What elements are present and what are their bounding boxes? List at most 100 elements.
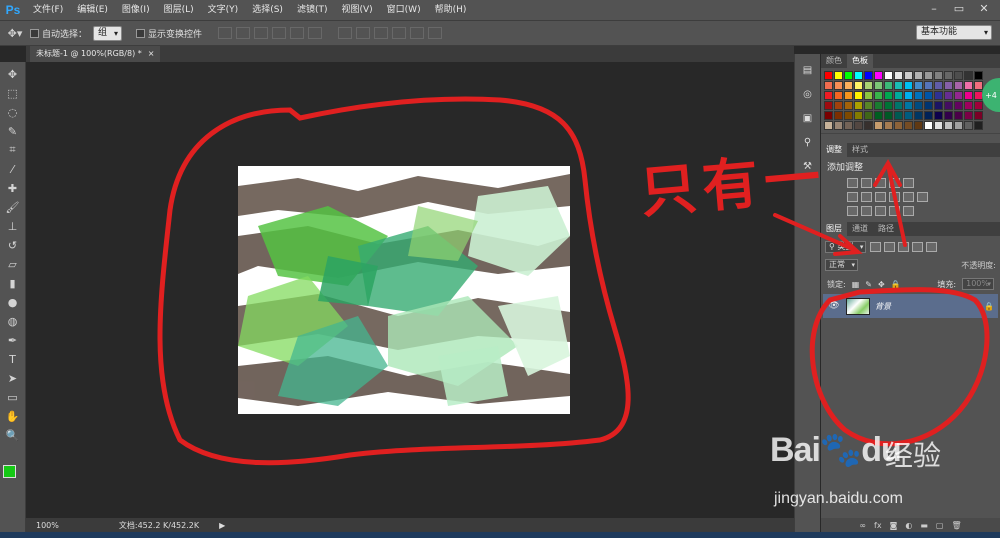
vibrance-icon[interactable] bbox=[903, 178, 914, 188]
eraser-tool-icon[interactable]: ▱ bbox=[4, 256, 22, 272]
color-swatch[interactable] bbox=[934, 101, 943, 110]
healing-brush-tool-icon[interactable]: ✚ bbox=[4, 180, 22, 196]
color-swatch[interactable] bbox=[914, 81, 923, 90]
color-swatch[interactable] bbox=[954, 111, 963, 120]
properties-panel-icon[interactable]: ◎ bbox=[799, 86, 817, 102]
color-swatch[interactable] bbox=[834, 81, 843, 90]
color-swatch[interactable] bbox=[864, 121, 873, 130]
color-swatch[interactable] bbox=[894, 91, 903, 100]
color-swatch[interactable] bbox=[914, 121, 923, 130]
layer-filter-type[interactable]: ⚲ 类型 bbox=[825, 241, 867, 253]
color-swatch[interactable] bbox=[884, 81, 893, 90]
color-swatch[interactable] bbox=[844, 81, 853, 90]
color-swatch[interactable] bbox=[864, 91, 873, 100]
align-hcenter-icon[interactable] bbox=[290, 27, 305, 39]
color-swatch[interactable] bbox=[874, 121, 883, 130]
color-swatch[interactable] bbox=[974, 121, 983, 130]
foreground-color-swatch[interactable] bbox=[3, 465, 16, 478]
lasso-tool-icon[interactable]: ◌ bbox=[4, 104, 22, 120]
color-swatch[interactable] bbox=[894, 81, 903, 90]
color-swatch[interactable] bbox=[834, 111, 843, 120]
color-swatch[interactable] bbox=[864, 111, 873, 120]
maximize-icon[interactable]: ▭ bbox=[947, 0, 971, 16]
color-swatch[interactable] bbox=[874, 111, 883, 120]
menu-file[interactable]: 文件(F) bbox=[26, 0, 70, 20]
align-left-icon[interactable] bbox=[272, 27, 287, 39]
distribute-hcenter-icon[interactable] bbox=[410, 27, 425, 39]
color-swatch[interactable] bbox=[924, 71, 933, 80]
color-swatch[interactable] bbox=[874, 71, 883, 80]
menu-window[interactable]: 窗口(W) bbox=[380, 0, 428, 20]
color-swatch[interactable] bbox=[944, 111, 953, 120]
align-vcenter-icon[interactable] bbox=[236, 27, 251, 39]
minimize-icon[interactable]: – bbox=[922, 0, 946, 16]
color-swatch[interactable] bbox=[884, 91, 893, 100]
menu-edit[interactable]: 编辑(E) bbox=[70, 0, 115, 20]
color-swatch[interactable] bbox=[914, 111, 923, 120]
color-swatch[interactable] bbox=[844, 121, 853, 130]
new-layer-icon[interactable]: ▢ bbox=[936, 521, 944, 530]
tab-styles[interactable]: 样式 bbox=[847, 143, 873, 157]
brightness-icon[interactable] bbox=[847, 178, 858, 188]
layer-name[interactable]: 背景 bbox=[875, 301, 979, 312]
distribute-bottom-icon[interactable] bbox=[374, 27, 389, 39]
color-swatch[interactable] bbox=[884, 111, 893, 120]
new-adjustment-icon[interactable]: ◐ bbox=[905, 521, 912, 530]
filter-smart-icon[interactable] bbox=[926, 242, 938, 252]
tab-channels[interactable]: 通道 bbox=[847, 222, 873, 236]
checkbox-box[interactable] bbox=[136, 28, 146, 38]
pen-tool-icon[interactable]: ✒ bbox=[4, 332, 22, 348]
menu-select[interactable]: 选择(S) bbox=[245, 0, 290, 20]
move-tool-preset-icon[interactable]: ✥▾ bbox=[6, 25, 24, 41]
color-swatch[interactable] bbox=[944, 101, 953, 110]
close-tab-icon[interactable]: × bbox=[148, 46, 155, 62]
color-swatch[interactable] bbox=[874, 101, 883, 110]
crop-tool-icon[interactable]: ⌗ bbox=[4, 142, 22, 158]
workspace-dropdown[interactable]: 基本功能 bbox=[916, 25, 992, 40]
color-swatch[interactable] bbox=[834, 101, 843, 110]
invert-icon[interactable] bbox=[847, 206, 858, 216]
color-swatch[interactable] bbox=[904, 91, 913, 100]
path-select-tool-icon[interactable]: ➤ bbox=[4, 370, 22, 386]
layer-style-icon[interactable]: fx bbox=[874, 521, 882, 530]
color-swatch[interactable] bbox=[944, 91, 953, 100]
dodge-tool-icon[interactable]: ◍ bbox=[4, 313, 22, 329]
color-swatch[interactable] bbox=[934, 121, 943, 130]
color-swatch[interactable] bbox=[864, 71, 873, 80]
distribute-top-icon[interactable] bbox=[338, 27, 353, 39]
fill-value[interactable]: 100% bbox=[962, 278, 994, 290]
hue-saturation-icon[interactable] bbox=[847, 192, 858, 202]
blur-tool-icon[interactable]: ● bbox=[4, 294, 22, 310]
color-swatch[interactable] bbox=[864, 81, 873, 90]
menu-help[interactable]: 帮助(H) bbox=[428, 0, 474, 20]
color-swatch[interactable] bbox=[904, 101, 913, 110]
color-swatch[interactable] bbox=[854, 91, 863, 100]
color-swatch[interactable] bbox=[874, 81, 883, 90]
distribute-vcenter-icon[interactable] bbox=[356, 27, 371, 39]
distribute-left-icon[interactable] bbox=[392, 27, 407, 39]
color-swatch[interactable] bbox=[854, 111, 863, 120]
color-swatch[interactable] bbox=[954, 81, 963, 90]
color-swatch[interactable] bbox=[914, 71, 923, 80]
link-layers-icon[interactable]: ∞ bbox=[859, 521, 866, 530]
color-swatch[interactable] bbox=[824, 91, 833, 100]
color-swatch[interactable] bbox=[974, 111, 983, 120]
auto-select-dropdown[interactable]: 组 bbox=[93, 25, 123, 41]
black-white-icon[interactable] bbox=[875, 192, 886, 202]
checkbox-box[interactable] bbox=[30, 28, 39, 38]
color-swatch[interactable] bbox=[884, 121, 893, 130]
tab-color[interactable]: 颜色 bbox=[821, 54, 847, 68]
info-panel-icon[interactable]: ▣ bbox=[799, 110, 817, 126]
menu-type[interactable]: 文字(Y) bbox=[201, 0, 246, 20]
rectangle-tool-icon[interactable]: ▭ bbox=[4, 389, 22, 405]
color-swatch[interactable] bbox=[824, 81, 833, 90]
zoom-level[interactable]: 100% bbox=[36, 521, 59, 530]
document-tab[interactable]: 未标题-1 @ 100%(RGB/8) * × bbox=[30, 46, 161, 62]
delete-layer-icon[interactable]: 🗑 bbox=[951, 521, 961, 530]
color-swatch[interactable] bbox=[964, 121, 973, 130]
posterize-icon[interactable] bbox=[861, 206, 872, 216]
eyedropper-tool-icon[interactable]: ⁄ bbox=[4, 161, 22, 177]
color-swatch[interactable] bbox=[964, 91, 973, 100]
color-swatch[interactable] bbox=[834, 91, 843, 100]
tab-layers[interactable]: 图层 bbox=[821, 222, 847, 236]
